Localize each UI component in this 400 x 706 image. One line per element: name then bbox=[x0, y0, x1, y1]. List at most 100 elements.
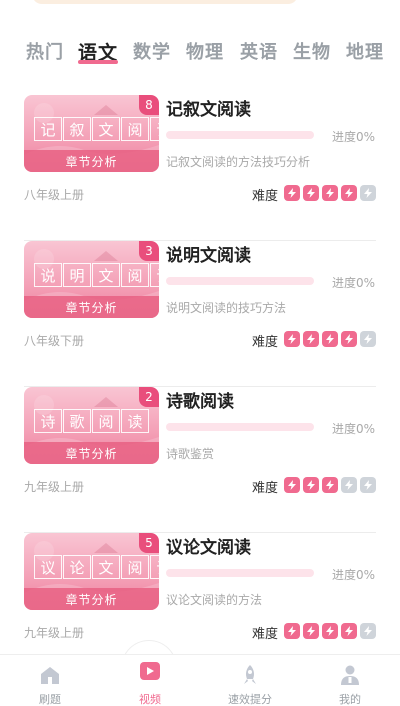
progress-bar bbox=[166, 277, 314, 285]
difficulty-label: 难度 bbox=[252, 189, 279, 204]
lesson-count-badge: 8 bbox=[139, 95, 159, 115]
difficulty-bolt-icon bbox=[322, 477, 338, 493]
nav-item-video[interactable]: 视频 bbox=[110, 655, 190, 706]
difficulty-label: 难度 bbox=[252, 627, 279, 642]
active-tab-indicator bbox=[78, 60, 118, 64]
tab-biology[interactable]: 生物 bbox=[293, 38, 331, 64]
course-title[interactable]: 议论文阅读 bbox=[166, 533, 251, 558]
course-cover[interactable]: 说明文阅读 章节分析 3 bbox=[24, 241, 159, 318]
difficulty-bolt-icon bbox=[284, 623, 300, 639]
tab-math[interactable]: 数学 bbox=[133, 38, 171, 64]
cover-title-char: 文 bbox=[92, 555, 120, 579]
cover-title-char: 读 bbox=[150, 117, 159, 141]
nav-item-mine[interactable]: 我的 bbox=[310, 655, 390, 706]
cover-title-char: 论 bbox=[63, 555, 91, 579]
tab-english[interactable]: 英语 bbox=[240, 38, 278, 64]
nav-item-practice[interactable]: 刷题 bbox=[10, 655, 90, 706]
difficulty-label: 难度 bbox=[252, 335, 279, 350]
difficulty-bolt-icon bbox=[284, 185, 300, 201]
progress-bar bbox=[166, 131, 314, 139]
grade-label: 八年级上册 bbox=[24, 188, 85, 202]
cover-title-char: 阅 bbox=[121, 263, 149, 287]
difficulty-bolt-icon bbox=[284, 477, 300, 493]
course-description: 记叙文阅读的方法技巧分析 bbox=[166, 155, 311, 169]
cover-title-char: 议 bbox=[34, 555, 62, 579]
cover-title-char: 诗 bbox=[34, 409, 62, 433]
lesson-count-badge: 2 bbox=[139, 387, 159, 407]
difficulty-rating bbox=[284, 623, 376, 639]
progress-text: 进度0% bbox=[332, 130, 376, 144]
course-card[interactable]: 说明文阅读 章节分析 3 说明文阅读 进度0% 说明文阅读的技巧方法 八年级下册… bbox=[0, 241, 400, 387]
tab-physics[interactable]: 物理 bbox=[186, 38, 224, 64]
progress-text: 进度0% bbox=[332, 276, 376, 290]
course-card[interactable]: 诗歌阅读 章节分析 2 诗歌阅读 进度0% 诗歌鉴赏 九年级上册 难度 bbox=[0, 387, 400, 533]
course-description: 诗歌鉴赏 bbox=[166, 447, 215, 461]
subject-tabs: 热门 语文 数学 物理 英语 生物 地理 bbox=[0, 38, 400, 74]
course-title[interactable]: 说明文阅读 bbox=[166, 241, 251, 266]
nav-label-boost: 速效提分 bbox=[228, 693, 272, 706]
difficulty-bolt-icon bbox=[284, 331, 300, 347]
difficulty-bolt-icon bbox=[303, 185, 319, 201]
cover-title-char: 说 bbox=[34, 263, 62, 287]
difficulty-bolt-icon bbox=[360, 331, 376, 347]
progress-text: 进度0% bbox=[332, 568, 376, 582]
cover-title-char: 读 bbox=[150, 263, 159, 287]
difficulty-bolt-icon bbox=[341, 623, 357, 639]
cover-title: 议论文阅读 bbox=[34, 555, 159, 579]
course-cover[interactable]: 记叙文阅读 章节分析 8 bbox=[24, 95, 159, 172]
difficulty-bolt-icon bbox=[341, 331, 357, 347]
nav-label-video: 视频 bbox=[139, 693, 161, 706]
difficulty-bolt-icon bbox=[360, 477, 376, 493]
cover-title-char: 歌 bbox=[63, 409, 91, 433]
course-description: 议论文阅读的方法 bbox=[166, 593, 263, 607]
profile-icon bbox=[341, 665, 359, 685]
cover-title-char: 叙 bbox=[63, 117, 91, 141]
difficulty-bolt-icon bbox=[303, 477, 319, 493]
course-cover[interactable]: 诗歌阅读 章节分析 2 bbox=[24, 387, 159, 464]
lesson-count-badge: 5 bbox=[139, 533, 159, 553]
grade-label: 九年级上册 bbox=[24, 480, 85, 494]
cover-subtitle: 章节分析 bbox=[24, 150, 159, 172]
difficulty-bolt-icon bbox=[360, 623, 376, 639]
cover-subtitle: 章节分析 bbox=[24, 442, 159, 464]
cover-title: 诗歌阅读 bbox=[34, 409, 149, 433]
course-cover[interactable]: 议论文阅读 章节分析 5 bbox=[24, 533, 159, 610]
course-title[interactable]: 诗歌阅读 bbox=[166, 387, 234, 412]
progress-bar bbox=[166, 423, 314, 431]
grade-label: 八年级下册 bbox=[24, 334, 85, 348]
difficulty-bolt-icon bbox=[360, 185, 376, 201]
cover-title-char: 阅 bbox=[121, 555, 149, 579]
cover-title-char: 明 bbox=[63, 263, 91, 287]
course-title[interactable]: 记叙文阅读 bbox=[166, 95, 251, 120]
bottom-nav: 刷题 视频 速效提分 我的 bbox=[0, 654, 400, 706]
progress-bar bbox=[166, 569, 314, 577]
progress-text: 进度0% bbox=[332, 422, 376, 436]
cover-title: 说明文阅读 bbox=[34, 263, 159, 287]
difficulty-bolt-icon bbox=[322, 185, 338, 201]
cover-title-char: 文 bbox=[92, 263, 120, 287]
cover-title-char: 读 bbox=[121, 409, 149, 433]
difficulty-bolt-icon bbox=[341, 185, 357, 201]
cover-title-char: 文 bbox=[92, 117, 120, 141]
lesson-count-badge: 3 bbox=[139, 241, 159, 261]
difficulty-label: 难度 bbox=[252, 481, 279, 496]
cover-title: 记叙文阅读 bbox=[34, 117, 159, 141]
video-icon bbox=[140, 662, 160, 680]
course-card[interactable]: 记叙文阅读 章节分析 8 记叙文阅读 进度0% 记叙文阅读的方法技巧分析 八年级… bbox=[0, 95, 400, 241]
difficulty-bolt-icon bbox=[322, 623, 338, 639]
cover-subtitle: 章节分析 bbox=[24, 588, 159, 610]
cover-subtitle: 章节分析 bbox=[24, 296, 159, 318]
cover-title-char: 读 bbox=[150, 555, 159, 579]
nav-label-practice: 刷题 bbox=[39, 693, 61, 706]
tab-geography[interactable]: 地理 bbox=[346, 38, 384, 64]
nav-item-boost[interactable]: 速效提分 bbox=[210, 655, 290, 706]
cover-title-char: 记 bbox=[34, 117, 62, 141]
nav-label-mine: 我的 bbox=[339, 693, 361, 706]
difficulty-bolt-icon bbox=[322, 331, 338, 347]
difficulty-bolt-icon bbox=[303, 331, 319, 347]
course-description: 说明文阅读的技巧方法 bbox=[166, 301, 287, 315]
difficulty-bolt-icon bbox=[341, 477, 357, 493]
difficulty-rating bbox=[284, 477, 376, 493]
tab-hot[interactable]: 热门 bbox=[26, 38, 64, 64]
rocket-icon bbox=[244, 665, 256, 684]
